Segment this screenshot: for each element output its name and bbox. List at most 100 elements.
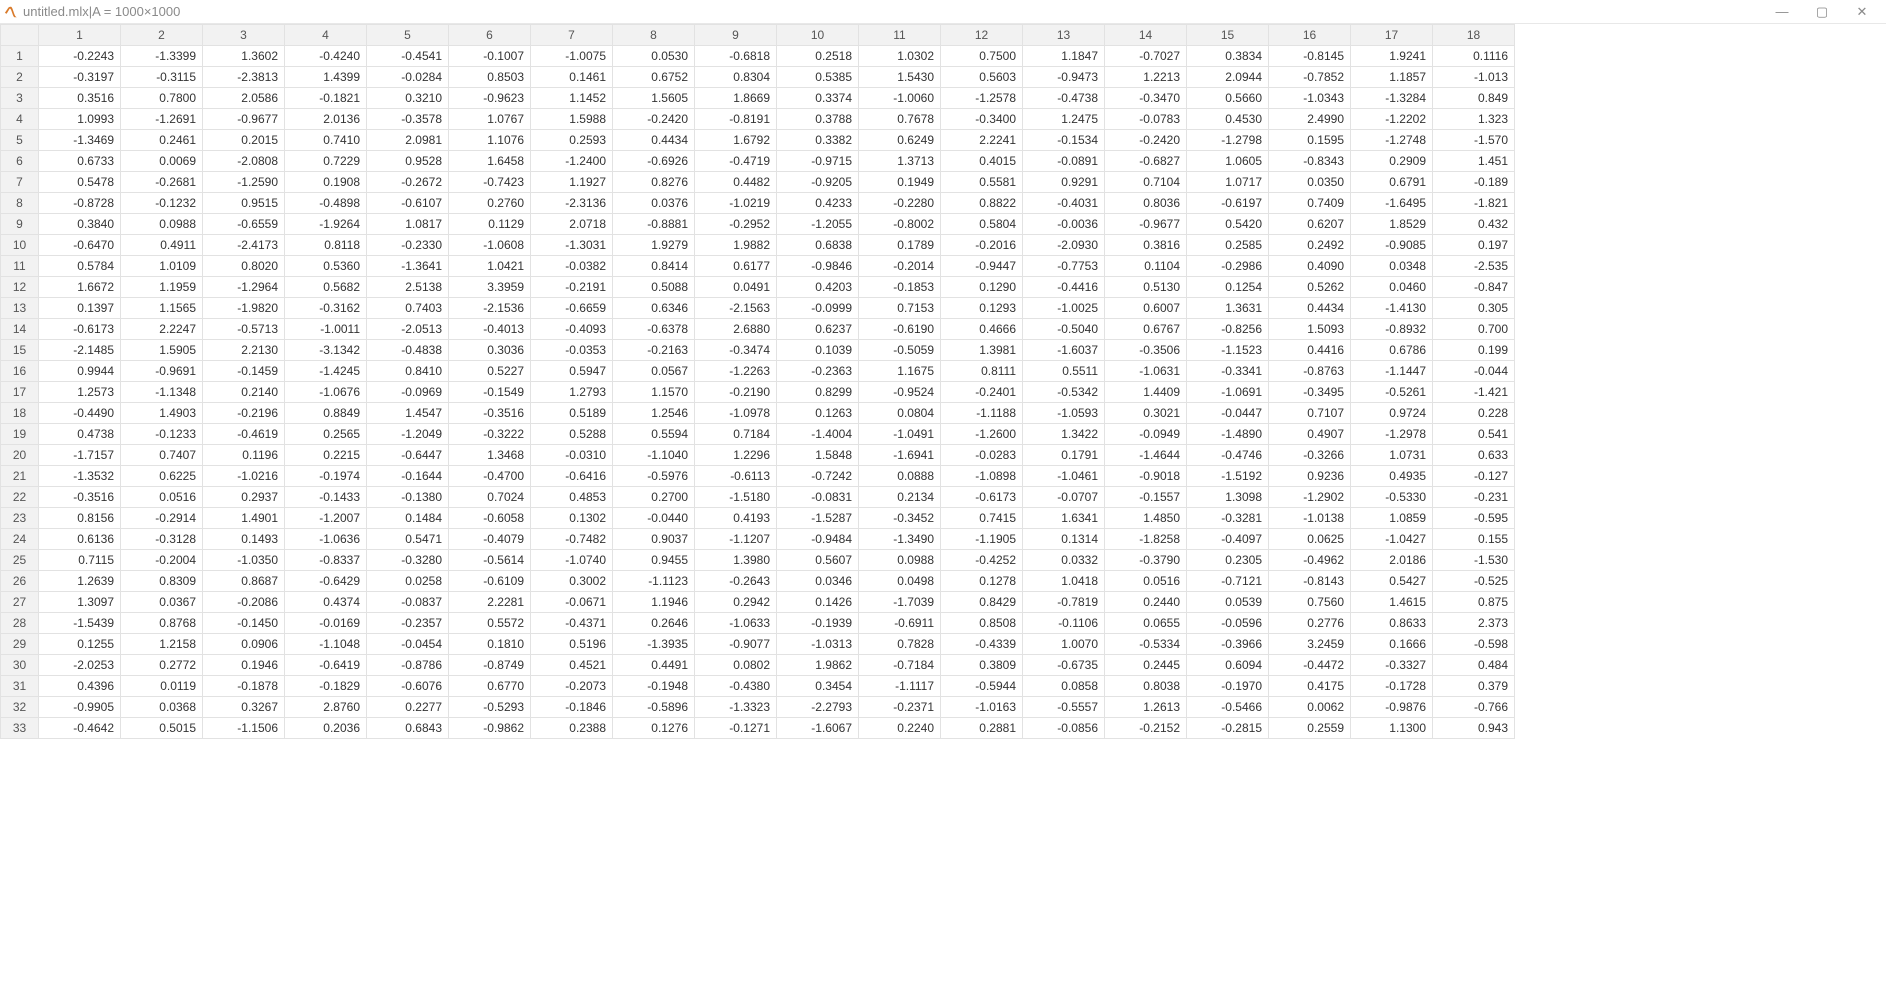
cell[interactable]: 1.1675: [859, 361, 941, 382]
row-header[interactable]: 4: [1, 109, 39, 130]
cell[interactable]: 0.199: [1433, 340, 1515, 361]
cell[interactable]: 0.8503: [449, 67, 531, 88]
cell[interactable]: 1.6341: [1023, 508, 1105, 529]
cell[interactable]: -1.0608: [449, 235, 531, 256]
cell[interactable]: 0.4853: [531, 487, 613, 508]
cell[interactable]: -0.4738: [1023, 88, 1105, 109]
cell[interactable]: 0.0491: [695, 277, 777, 298]
cell[interactable]: -0.6447: [367, 445, 449, 466]
cell[interactable]: 0.5227: [449, 361, 531, 382]
cell[interactable]: 0.2140: [203, 382, 285, 403]
cell[interactable]: 0.432: [1433, 214, 1515, 235]
cell[interactable]: -1.0163: [941, 697, 1023, 718]
cell[interactable]: -1.013: [1433, 67, 1515, 88]
cell[interactable]: -1.2600: [941, 424, 1023, 445]
cell[interactable]: 0.2772: [121, 655, 203, 676]
row-header[interactable]: 12: [1, 277, 39, 298]
grid-corner[interactable]: [1, 25, 39, 46]
cell[interactable]: -0.2401: [941, 382, 1023, 403]
cell[interactable]: -0.0891: [1023, 151, 1105, 172]
cell[interactable]: -1.2798: [1187, 130, 1269, 151]
cell[interactable]: 0.0062: [1269, 697, 1351, 718]
cell[interactable]: -0.1974: [285, 466, 367, 487]
cell[interactable]: 0.155: [1433, 529, 1515, 550]
cell[interactable]: -0.2004: [121, 550, 203, 571]
cell[interactable]: -1.1348: [121, 382, 203, 403]
cell[interactable]: -1.6941: [859, 445, 941, 466]
cell[interactable]: -0.3197: [39, 67, 121, 88]
cell[interactable]: 0.6838: [777, 235, 859, 256]
cell[interactable]: -0.3266: [1269, 445, 1351, 466]
cell[interactable]: -0.2086: [203, 592, 285, 613]
cell[interactable]: -0.4240: [285, 46, 367, 67]
cell[interactable]: 1.8529: [1351, 214, 1433, 235]
cell[interactable]: 0.4374: [285, 592, 367, 613]
cell[interactable]: -0.4472: [1269, 655, 1351, 676]
cell[interactable]: -0.4541: [367, 46, 449, 67]
cell[interactable]: -1.0343: [1269, 88, 1351, 109]
cell[interactable]: -1.0898: [941, 466, 1023, 487]
cell[interactable]: -0.7121: [1187, 571, 1269, 592]
cell[interactable]: 1.1959: [121, 277, 203, 298]
cell[interactable]: -0.0454: [367, 634, 449, 655]
cell[interactable]: -0.3281: [1187, 508, 1269, 529]
cell[interactable]: 0.2445: [1105, 655, 1187, 676]
cell[interactable]: 0.4738: [39, 424, 121, 445]
cell[interactable]: -1.0593: [1023, 403, 1105, 424]
cell[interactable]: 0.4935: [1351, 466, 1433, 487]
cell[interactable]: 0.5130: [1105, 277, 1187, 298]
row-header[interactable]: 23: [1, 508, 39, 529]
row-header[interactable]: 2: [1, 67, 39, 88]
cell[interactable]: 0.7800: [121, 88, 203, 109]
cell[interactable]: 0.5360: [285, 256, 367, 277]
cell[interactable]: 0.3788: [777, 109, 859, 130]
cell[interactable]: -0.8786: [367, 655, 449, 676]
cell[interactable]: 0.1791: [1023, 445, 1105, 466]
cell[interactable]: -1.1048: [285, 634, 367, 655]
cell[interactable]: 0.8276: [613, 172, 695, 193]
cell[interactable]: 0.8849: [285, 403, 367, 424]
cell[interactable]: -0.8343: [1269, 151, 1351, 172]
cell[interactable]: 0.4521: [531, 655, 613, 676]
cell[interactable]: 0.6733: [39, 151, 121, 172]
cell[interactable]: -0.9677: [203, 109, 285, 130]
cell[interactable]: -0.6926: [613, 151, 695, 172]
cell[interactable]: 0.7407: [121, 445, 203, 466]
cell[interactable]: 0.6237: [777, 319, 859, 340]
cell[interactable]: 0.0376: [613, 193, 695, 214]
cell[interactable]: 0.5511: [1023, 361, 1105, 382]
cell[interactable]: 0.7115: [39, 550, 121, 571]
cell[interactable]: 0.0858: [1023, 676, 1105, 697]
cell[interactable]: 1.1565: [121, 298, 203, 319]
cell[interactable]: 0.0802: [695, 655, 777, 676]
cell[interactable]: 1.2793: [531, 382, 613, 403]
cell[interactable]: -0.3162: [285, 298, 367, 319]
cell[interactable]: 0.4396: [39, 676, 121, 697]
cell[interactable]: -0.6058: [449, 508, 531, 529]
cell[interactable]: 0.5572: [449, 613, 531, 634]
cell[interactable]: 0.0460: [1351, 277, 1433, 298]
cell[interactable]: -0.3327: [1351, 655, 1433, 676]
cell[interactable]: 1.1946: [613, 592, 695, 613]
cell[interactable]: -0.5557: [1023, 697, 1105, 718]
cell[interactable]: -0.3790: [1105, 550, 1187, 571]
cell[interactable]: 0.1810: [449, 634, 531, 655]
cell[interactable]: 0.4911: [121, 235, 203, 256]
cell[interactable]: -0.3578: [367, 109, 449, 130]
cell[interactable]: 1.0302: [859, 46, 941, 67]
cell[interactable]: -1.8258: [1105, 529, 1187, 550]
cell[interactable]: 0.1290: [941, 277, 1023, 298]
cell[interactable]: -0.1433: [285, 487, 367, 508]
cell[interactable]: 0.1104: [1105, 256, 1187, 277]
cell[interactable]: 0.1397: [39, 298, 121, 319]
cell[interactable]: 1.8669: [695, 88, 777, 109]
cell[interactable]: -0.8002: [859, 214, 941, 235]
cell[interactable]: -0.3115: [121, 67, 203, 88]
cell[interactable]: -0.2014: [859, 256, 941, 277]
cell[interactable]: 1.3468: [449, 445, 531, 466]
cell[interactable]: -0.9846: [777, 256, 859, 277]
cell[interactable]: -0.6173: [941, 487, 1023, 508]
cell[interactable]: 0.7403: [367, 298, 449, 319]
cell[interactable]: 0.1278: [941, 571, 1023, 592]
cell[interactable]: 1.9882: [695, 235, 777, 256]
